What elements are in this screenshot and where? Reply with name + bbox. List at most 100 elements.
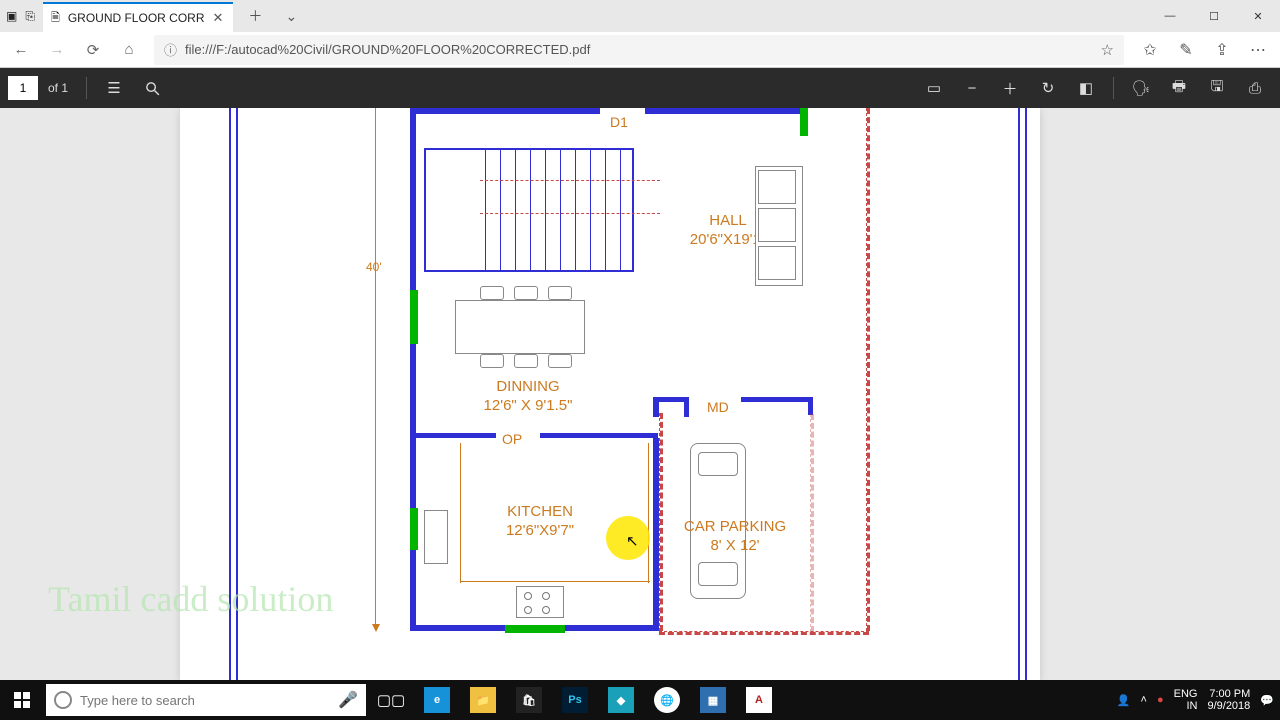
maximize-button[interactable]: ☐ [1192, 0, 1236, 32]
layout-icon[interactable]: ◧ [1069, 71, 1103, 105]
fit-page-icon[interactable]: ▭ [917, 71, 951, 105]
dashed-line [659, 631, 869, 635]
counter [460, 443, 461, 583]
explorer-icon[interactable]: 📁 [460, 680, 506, 720]
tray-status-icon[interactable]: ● [1157, 694, 1164, 706]
room-dim: 12'6" X 9'1.5" [448, 397, 608, 416]
url-box[interactable]: ⓘ file:///F:/autocad%20Civil/GROUND%20FL… [154, 35, 1124, 65]
clock[interactable]: 7:00 PM 9/9/2018 [1207, 688, 1250, 712]
kitchen-label: KITCHEN 12'6"X9'7" [480, 503, 600, 541]
dinning-label: DINNING 12'6" X 9'1.5" [448, 378, 608, 416]
share-icon[interactable]: ⇪ [1204, 33, 1240, 67]
zoom-out-button[interactable]: − [955, 71, 989, 105]
carpark-label: CAR PARKING 8' X 12' [670, 518, 800, 556]
favorites-icon[interactable]: ✩ [1132, 33, 1168, 67]
edge-icon[interactable]: e [414, 680, 460, 720]
dimension-label: 40' [366, 260, 382, 274]
zoom-in-button[interactable]: ＋ [993, 71, 1027, 105]
titlebar: ▣ ⎘ 🗎 GROUND FLOOR CORR ✕ ＋ ⌄ — ☐ ✕ [0, 0, 1280, 32]
more-icon[interactable]: ⋯ [1240, 33, 1276, 67]
stove [516, 586, 564, 618]
task-view-icon[interactable]: ▢▢ [368, 680, 414, 720]
close-icon[interactable]: ✕ [212, 10, 223, 26]
md-label: MD [707, 399, 729, 417]
start-button[interactable] [0, 680, 44, 720]
new-tab-button[interactable]: ＋ [241, 6, 269, 26]
favorite-icon[interactable]: ☆ [1101, 41, 1114, 59]
stove-burner [524, 606, 532, 614]
op-label: OP [502, 431, 522, 449]
language-indicator[interactable]: ENG IN [1174, 688, 1198, 712]
forward-button[interactable]: → [40, 33, 74, 67]
app-icon-2: ⎘ [25, 9, 35, 24]
wall [416, 433, 496, 438]
store-icon[interactable]: 🛍 [506, 680, 552, 720]
info-icon: ⓘ [164, 40, 177, 59]
people-icon[interactable]: 👤 [1117, 694, 1131, 707]
door-marker [800, 108, 808, 136]
photoshop-icon[interactable]: Ps [552, 680, 598, 720]
page-number-input[interactable]: 1 [8, 76, 38, 100]
pdf-toolbar: 1 of 1 ☰ ▭ − ＋ ↻ ◧ 🗣 🖶 🖫 ⎙ [0, 68, 1280, 108]
tabs-dropdown-icon[interactable]: ⌄ [277, 8, 305, 25]
room-name: DINNING [448, 378, 608, 397]
window-marker [505, 625, 565, 633]
stair [424, 148, 634, 150]
cortana-icon [54, 691, 72, 709]
stair-tread [515, 148, 516, 272]
fridge [424, 510, 448, 564]
read-aloud-icon[interactable]: 🗣 [1124, 71, 1158, 105]
close-window-button[interactable]: ✕ [1236, 0, 1280, 32]
date-label: 9/9/2018 [1207, 700, 1250, 712]
pdf-icon: 🗎 [51, 9, 60, 28]
notes-icon[interactable]: ✎ [1168, 33, 1204, 67]
chair [548, 286, 572, 300]
dimension-line [375, 108, 376, 628]
refresh-button[interactable]: ⟳ [76, 33, 110, 67]
page-of-label: of 1 [48, 81, 68, 95]
print-icon[interactable]: 🖶 [1162, 71, 1196, 105]
stair-tread [590, 148, 591, 272]
mic-icon[interactable]: 🎤 [338, 690, 358, 710]
search-icon[interactable] [135, 71, 169, 105]
back-button[interactable]: ← [4, 33, 38, 67]
car-window [698, 562, 738, 586]
stair-direction [480, 180, 660, 182]
wall [540, 433, 658, 438]
autocad-icon[interactable]: A [736, 680, 782, 720]
minimize-button[interactable]: — [1148, 0, 1192, 32]
car-window [698, 452, 738, 476]
stair-tread [620, 148, 621, 272]
chrome-icon[interactable]: 🌐 [644, 680, 690, 720]
system-tray: 👤 ˄ ● ENG IN 7:00 PM 9/9/2018 💬 [1117, 688, 1280, 712]
wall [1018, 108, 1020, 680]
room-dim: 8' X 12' [670, 537, 800, 556]
app-icon-2[interactable]: ▦ [690, 680, 736, 720]
chair [514, 286, 538, 300]
notifications-icon[interactable]: 💬 [1260, 694, 1274, 707]
sofa-cushion [758, 170, 796, 204]
time-label: 7:00 PM [1207, 688, 1250, 700]
dining-table [455, 300, 585, 354]
app-icon[interactable]: ◆ [598, 680, 644, 720]
dashed-line [810, 414, 814, 632]
stair-tread [560, 148, 561, 272]
stove-burner [542, 592, 550, 600]
stair [424, 148, 426, 272]
save-icon[interactable]: 🖫 [1200, 71, 1234, 105]
chair [548, 354, 572, 368]
stair-tread [605, 148, 606, 272]
room-name: CAR PARKING [670, 518, 800, 537]
pdf-viewport[interactable]: 40' D1 [0, 108, 1280, 680]
dashed-line [659, 413, 663, 631]
home-button[interactable]: ⌂ [112, 33, 146, 67]
tray-chevron-icon[interactable]: ˄ [1141, 694, 1147, 706]
contents-icon[interactable]: ☰ [97, 71, 131, 105]
search-input[interactable] [80, 693, 330, 708]
save-as-icon[interactable]: ⎙ [1238, 71, 1272, 105]
separator [86, 77, 87, 99]
rotate-icon[interactable]: ↻ [1031, 71, 1065, 105]
browser-tab[interactable]: 🗎 GROUND FLOOR CORR ✕ [43, 2, 233, 32]
taskbar-search[interactable]: 🎤 [46, 684, 366, 716]
stair-tread [575, 148, 576, 272]
